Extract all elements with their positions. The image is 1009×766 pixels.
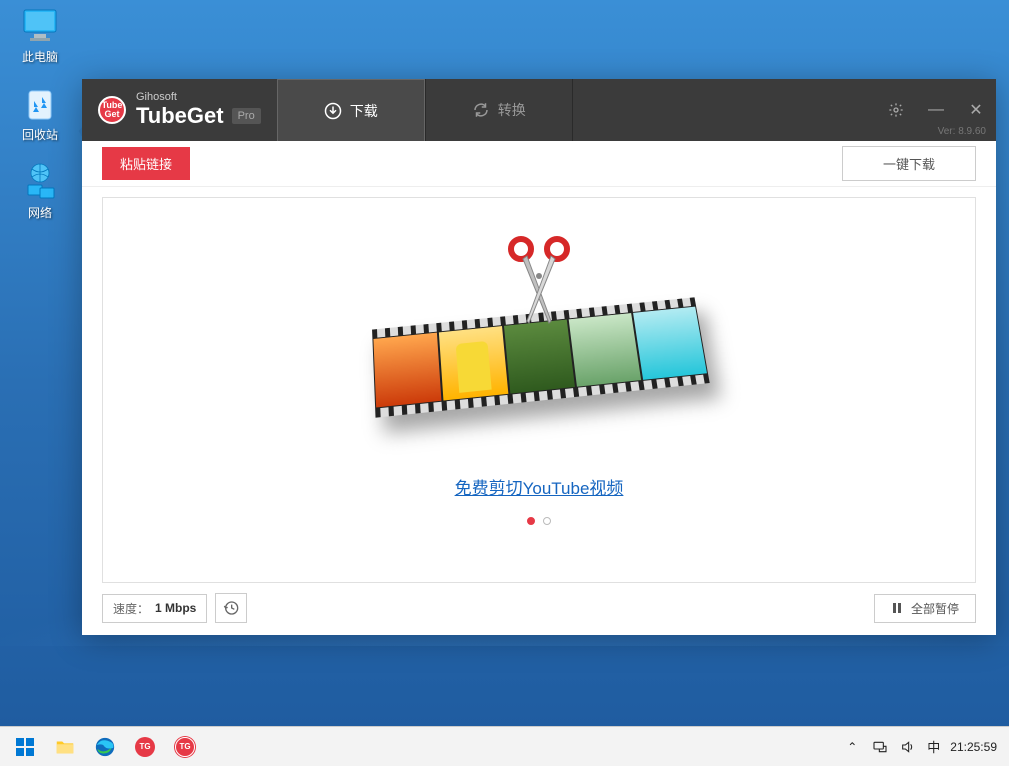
desktop-icon-this-pc[interactable]: 此电脑 [10,5,70,65]
taskbar-app-1[interactable]: TG [126,730,164,764]
titlebar: TubeGet Gihosoft TubeGet Pro 下载 转换 [82,79,996,141]
bottom-bar: 速度： 1 Mbps 全部暂停 [82,593,996,635]
pause-icon [891,602,903,614]
network-tray-icon [872,739,888,755]
history-button[interactable] [215,593,247,623]
taskbar-explorer[interactable] [46,730,84,764]
scissors-icon [499,231,579,331]
app-logo-icon: TubeGet [98,96,126,124]
content-area: 免费剪切YouTube视频 [82,187,996,593]
carousel-dot-1[interactable] [527,517,535,525]
edge-icon [94,736,116,758]
tab-label: 转换 [498,100,526,120]
gear-icon [888,102,904,118]
close-icon: ✕ [969,100,982,120]
start-button[interactable] [6,730,44,764]
paste-link-button[interactable]: 粘贴链接 [102,147,190,180]
company-name: Gihosoft [136,91,261,103]
speed-selector[interactable]: 速度： 1 Mbps [102,594,207,623]
minimize-icon: — [928,101,944,119]
tab-label: 下载 [350,101,378,121]
history-icon [223,600,239,616]
toolbar: 粘贴链接 一键下载 [82,141,996,187]
carousel-dot-2[interactable] [543,517,551,525]
desktop-icons: 此电脑 回收站 网络 [10,5,70,221]
promo-illustration [369,256,709,456]
convert-icon [472,101,490,119]
desktop-icon-network[interactable]: 网络 [10,161,70,221]
one-key-download-button[interactable]: 一键下载 [842,146,976,181]
chevron-up-icon: ⌃ [847,740,857,754]
speed-label: 速度： [113,600,149,617]
version-label: Ver: 8.9.60 [938,126,986,137]
network-icon [20,161,60,201]
computer-icon [20,5,60,45]
tray-clock[interactable]: 21:25:59 [950,740,1003,754]
settings-button[interactable] [876,79,916,141]
tab-convert[interactable]: 转换 [425,79,573,141]
app-name: TubeGet [136,103,224,129]
app-window: TubeGet Gihosoft TubeGet Pro 下载 转换 [82,79,996,635]
tray-sound[interactable] [899,738,917,756]
download-icon [324,102,342,120]
tray-network[interactable] [871,738,889,756]
pause-all-label: 全部暂停 [911,600,959,617]
speaker-icon [900,739,916,755]
desktop-icon-label: 回收站 [22,126,58,143]
tab-download[interactable]: 下载 [277,79,425,141]
desktop-icon-label: 此电脑 [22,48,58,65]
pause-all-button[interactable]: 全部暂停 [874,594,976,623]
brand: TubeGet Gihosoft TubeGet Pro [82,91,277,129]
pro-badge: Pro [232,108,261,124]
desktop-icon-recycle-bin[interactable]: 回收站 [10,83,70,143]
windows-icon [15,737,35,757]
taskbar-app-2[interactable]: TG [166,730,204,764]
app-icon: TG [175,737,195,757]
desktop-icon-label: 网络 [28,204,52,221]
taskbar: TG TG ⌃ 中 21:25:59 [0,726,1009,766]
recycle-bin-icon [20,83,60,123]
promo-link[interactable]: 免费剪切YouTube视频 [455,474,624,499]
app-icon: TG [135,737,155,757]
taskbar-edge[interactable] [86,730,124,764]
folder-icon [54,736,76,758]
speed-value: 1 Mbps [155,601,196,615]
carousel-dots [527,517,551,525]
tray-chevron[interactable]: ⌃ [843,738,861,756]
empty-state: 免费剪切YouTube视频 [102,197,976,583]
tray-ime[interactable]: 中 [927,738,940,756]
